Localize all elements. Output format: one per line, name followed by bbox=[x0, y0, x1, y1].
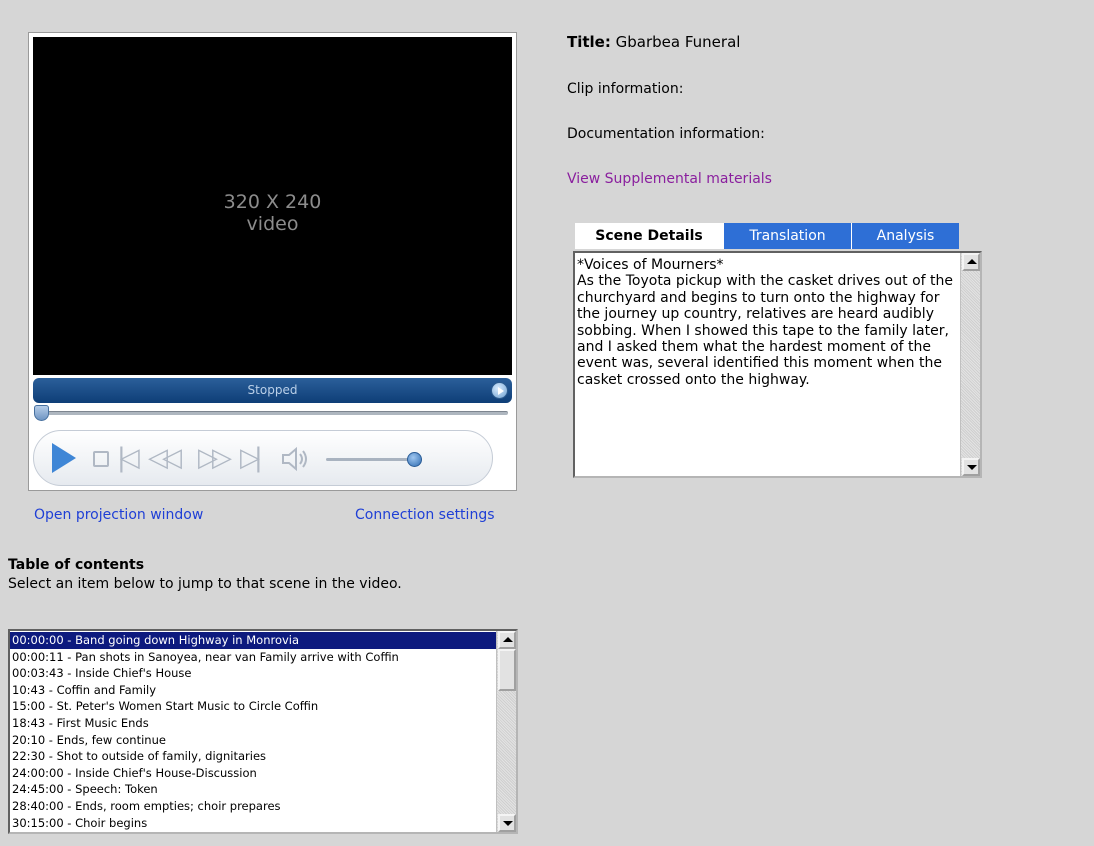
next-track-icon[interactable]: ▷| bbox=[240, 445, 263, 471]
toc-item[interactable]: 15:00 - St. Peter's Women Start Music to… bbox=[10, 698, 496, 715]
open-projection-link[interactable]: Open projection window bbox=[34, 507, 203, 523]
tab-translation[interactable]: Translation bbox=[723, 223, 851, 249]
scene-details-text: *Voices of Mourners* As the Toyota picku… bbox=[577, 257, 953, 388]
status-bar: Stopped bbox=[33, 378, 512, 403]
previous-track-icon[interactable]: |◁ bbox=[117, 445, 140, 471]
title-label: Title: bbox=[567, 33, 611, 51]
documentation-information-label: Documentation information: bbox=[567, 126, 765, 142]
toc-item[interactable]: 00:03:43 - Inside Chief's House bbox=[10, 665, 496, 682]
fast-forward-icon[interactable]: ▷▷ bbox=[198, 445, 232, 471]
toc-item[interactable]: 20:10 - Ends, few continue bbox=[10, 732, 496, 749]
clip-information-label: Clip information: bbox=[567, 81, 684, 97]
toc-list[interactable]: 00:00:00 - Band going down Highway in Mo… bbox=[8, 629, 518, 834]
volume-thumb[interactable] bbox=[407, 452, 422, 467]
scroll-up-icon[interactable] bbox=[498, 631, 516, 649]
toc-item[interactable]: 28:40:00 - Ends, room empties; choir pre… bbox=[10, 798, 496, 815]
volume-icon[interactable] bbox=[280, 446, 310, 472]
view-supplemental-link[interactable]: View Supplemental materials bbox=[567, 171, 772, 187]
scene-scrollbar[interactable] bbox=[960, 253, 980, 476]
toc-hint: Select an item below to jump to that sce… bbox=[8, 576, 402, 592]
clip-title: Title: Gbarbea Funeral bbox=[567, 33, 740, 51]
video-placeholder-label: 320 X 240 video bbox=[223, 191, 322, 235]
scene-details-panel[interactable]: *Voices of Mourners* As the Toyota picku… bbox=[573, 251, 982, 478]
control-bar: |◁ ◁◁ ▷▷ ▷| bbox=[33, 430, 493, 486]
toc-items: 00:00:00 - Band going down Highway in Mo… bbox=[10, 632, 496, 831]
toc-scrollbar[interactable] bbox=[496, 631, 516, 832]
status-text: Stopped bbox=[247, 383, 298, 397]
stop-icon[interactable] bbox=[93, 451, 109, 467]
seek-track[interactable] bbox=[37, 411, 508, 415]
scroll-down-icon[interactable] bbox=[962, 458, 980, 476]
scroll-up-icon[interactable] bbox=[962, 253, 980, 271]
toc-item[interactable]: 24:45:00 - Speech: Token bbox=[10, 781, 496, 798]
video-area[interactable]: 320 X 240 video bbox=[33, 37, 512, 375]
scroll-thumb[interactable] bbox=[498, 649, 516, 691]
toc-item[interactable]: 00:00:00 - Band going down Highway in Mo… bbox=[10, 632, 496, 649]
title-value: Gbarbea Funeral bbox=[615, 33, 741, 51]
status-play-icon[interactable] bbox=[491, 382, 508, 399]
play-icon[interactable] bbox=[52, 443, 76, 473]
seek-thumb[interactable] bbox=[34, 405, 49, 421]
toc-item[interactable]: 24:00:00 - Inside Chief's House-Discussi… bbox=[10, 765, 496, 782]
toc-item[interactable]: 10:43 - Coffin and Family bbox=[10, 682, 496, 699]
toc-item[interactable]: 22:30 - Shot to outside of family, digni… bbox=[10, 748, 496, 765]
toc-item[interactable]: 18:43 - First Music Ends bbox=[10, 715, 496, 732]
connection-settings-link[interactable]: Connection settings bbox=[355, 507, 495, 523]
video-player: 320 X 240 video Stopped |◁ ◁◁ ▷▷ ▷| bbox=[28, 32, 517, 491]
toc-heading: Table of contents bbox=[8, 557, 145, 573]
tab-scene-details[interactable]: Scene Details bbox=[575, 223, 723, 249]
toc-item[interactable]: 30:15:00 - Choir begins bbox=[10, 815, 496, 832]
rewind-icon[interactable]: ◁◁ bbox=[148, 445, 182, 471]
scroll-down-icon[interactable] bbox=[498, 814, 516, 832]
tab-analysis[interactable]: Analysis bbox=[851, 223, 959, 249]
toc-item[interactable]: 00:00:11 - Pan shots in Sanoyea, near va… bbox=[10, 649, 496, 666]
